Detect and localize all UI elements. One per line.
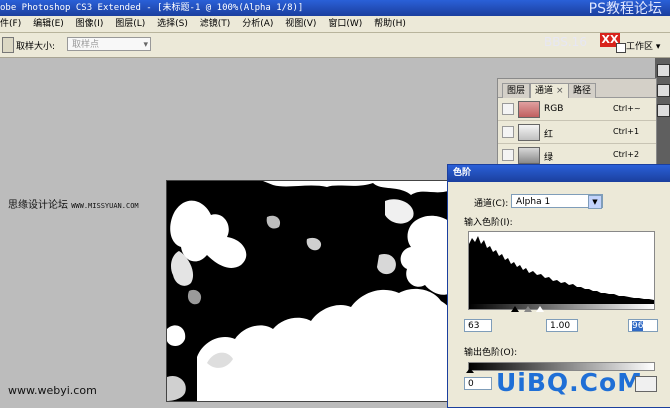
histogram-graph	[469, 236, 654, 304]
input-white-value: 96	[632, 321, 644, 331]
channel-shortcut: Ctrl+1	[613, 127, 640, 136]
watermark-missyuan: 思缘设计论坛 WWW.MISSYUAN.COM	[8, 196, 139, 211]
output-black-slider[interactable]	[466, 368, 474, 373]
channel-name: 绿	[544, 153, 554, 163]
channel-thumbnail	[518, 101, 540, 118]
output-black-value: 0	[468, 379, 474, 389]
workspace-icon	[616, 43, 626, 53]
dock-button-icon[interactable]	[657, 104, 670, 117]
sample-size-select[interactable]: 取样点 ▾	[67, 37, 151, 51]
menu-analysis[interactable]: 分析(A)	[242, 16, 273, 32]
menu-bar: 件(F) 编辑(E) 图像(I) 图层(L) 选择(S) 滤镜(T) 分析(A)…	[0, 16, 670, 33]
channel-thumbnail	[518, 124, 540, 141]
eye-icon[interactable]	[502, 126, 514, 138]
menu-filter[interactable]: 滤镜(T)	[200, 16, 231, 32]
channel-select-value: Alpha 1	[516, 197, 551, 207]
tab-layers-label: 图层	[507, 86, 526, 96]
histogram	[468, 231, 655, 305]
midtone-slider[interactable]	[524, 306, 532, 312]
panel-dock-strip	[655, 58, 670, 178]
dock-button-icon[interactable]	[657, 84, 670, 97]
input-black-field[interactable]: 63	[464, 319, 492, 332]
tab-layers[interactable]: 图层	[502, 83, 531, 98]
close-icon[interactable]: ×	[556, 86, 564, 96]
chevron-down-icon: ▼	[588, 195, 602, 209]
title-bar: obe Photoshop CS3 Extended - [未标题-1 @ 10…	[0, 0, 670, 16]
watermark-ps-forum: PS教程论坛	[588, 1, 662, 16]
menu-help[interactable]: 帮助(H)	[374, 16, 406, 32]
menu-edit[interactable]: 编辑(E)	[33, 16, 64, 32]
menu-window[interactable]: 窗口(W)	[328, 16, 362, 32]
watermark-webyi: www.webyi.com	[8, 384, 97, 397]
watermark-missyuan-url: WWW.MISSYUAN.COM	[71, 202, 139, 210]
channel-row-rgb[interactable]: RGB Ctrl+~	[498, 98, 656, 121]
menu-image[interactable]: 图像(I)	[76, 16, 104, 32]
watermark-uibq: UiBQ.CoM	[496, 368, 644, 397]
tab-channels[interactable]: 通道 ×	[530, 83, 569, 98]
dock-button-icon[interactable]	[657, 64, 670, 77]
dialog-button[interactable]	[635, 376, 657, 392]
document-canvas[interactable]	[166, 180, 454, 402]
input-levels-label: 输入色阶(I):	[464, 218, 513, 228]
output-levels-label: 输出色阶(O):	[464, 348, 518, 358]
channel-select[interactable]: Alpha 1 ▼	[511, 194, 603, 209]
workspace-button[interactable]: 工作区 ▾	[626, 39, 660, 52]
panel-tabs: 图层 通道 × 路径	[498, 79, 656, 98]
menu-file[interactable]: 件(F)	[0, 16, 21, 32]
input-white-field[interactable]: 96	[628, 319, 658, 332]
sample-size-label: 取样大小:	[16, 42, 56, 52]
window-title: obe Photoshop CS3 Extended - [未标题-1 @ 10…	[0, 3, 304, 13]
alpha-channel-image	[167, 181, 453, 401]
tab-paths[interactable]: 路径	[568, 83, 597, 98]
sample-size-value: 取样点	[72, 40, 100, 50]
dialog-title: 色阶	[448, 165, 670, 182]
input-gradient	[468, 304, 655, 310]
menu-view[interactable]: 视图(V)	[285, 16, 316, 32]
watermark-bbs: BBS.16	[544, 35, 587, 49]
watermark-missyuan-cn: 思缘设计论坛	[8, 200, 68, 211]
options-bar: 取样大小: 取样点 ▾ BBS.16 XX 工作区 ▾	[0, 33, 670, 58]
channel-shortcut: Ctrl+2	[613, 150, 640, 159]
chevron-down-icon: ▾	[143, 40, 148, 50]
eye-icon[interactable]	[502, 149, 514, 161]
channel-label: 通道(C):	[474, 199, 509, 209]
eyedropper-tool-icon[interactable]	[2, 37, 14, 53]
input-black-value: 63	[468, 321, 480, 331]
channel-name: 红	[544, 130, 554, 140]
eye-icon[interactable]	[502, 103, 514, 115]
channel-row-red[interactable]: 红 Ctrl+1	[498, 121, 656, 144]
highlight-slider[interactable]	[536, 306, 544, 312]
channel-thumbnail	[518, 147, 540, 164]
output-black-field[interactable]: 0	[464, 377, 492, 390]
input-gamma-field[interactable]: 1.00	[546, 319, 578, 332]
shadow-slider[interactable]	[511, 306, 519, 312]
tab-paths-label: 路径	[573, 86, 592, 96]
menu-select[interactable]: 选择(S)	[157, 16, 188, 32]
channel-shortcut: Ctrl+~	[613, 104, 641, 113]
tab-channels-label: 通道	[535, 86, 554, 96]
channel-name: RGB	[544, 104, 564, 114]
menu-layer[interactable]: 图层(L)	[115, 16, 145, 32]
input-gamma-value: 1.00	[550, 321, 571, 331]
